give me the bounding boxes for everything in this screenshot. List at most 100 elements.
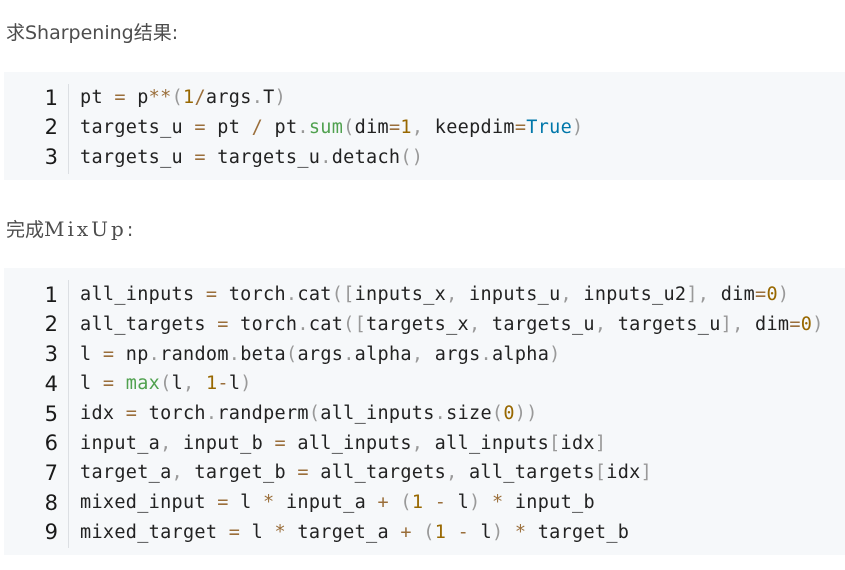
code-token: True — [526, 116, 573, 138]
code-token: size — [446, 403, 492, 425]
code-token: inputs_u — [457, 284, 561, 306]
code-line: 5 idx = torch.randperm(all_inputs.size(0)… — [4, 399, 845, 429]
code-line: 3 targets_u = targets_u.detach() — [4, 142, 845, 172]
code-token: = — [114, 87, 126, 109]
code-token: ( — [308, 403, 321, 425]
code-token: args — [297, 343, 344, 365]
code-token: target_b — [182, 462, 298, 484]
code-token: = — [274, 432, 286, 454]
code-line: 7 target_a, target_b = all_targets, all_t… — [4, 458, 845, 488]
code-token: inputs_x — [354, 284, 447, 306]
code-token: = — [125, 403, 138, 425]
code-text: target_a, target_b = all_targets, all_ta… — [68, 462, 652, 483]
code-text: targets_u = pt / pt.sum(dim=1, keepdim=T… — [68, 117, 584, 138]
code-token: all_targets — [457, 462, 595, 484]
code-token: idx — [606, 462, 641, 484]
code-token: ] — [640, 462, 653, 484]
line-number: 6 — [44, 431, 58, 456]
line-number: 5 — [44, 401, 58, 426]
code-token: sum — [308, 116, 344, 138]
line-number: 2 — [44, 115, 58, 140]
heading-mixup-math: MixUp — [44, 217, 127, 241]
code-token: 1 — [183, 87, 195, 109]
code-token: targets_u — [606, 313, 721, 335]
code-token: all_inputs — [285, 432, 412, 454]
code-token: , — [411, 116, 424, 138]
code-token: = — [789, 313, 801, 335]
code-token: , — [446, 284, 458, 306]
code-token: pt — [205, 116, 252, 138]
code-text: mixed_input = l * input_a + (1 - l) * in… — [68, 492, 595, 513]
code-token: pt — [80, 87, 115, 109]
code-token: targets_u — [480, 313, 595, 335]
code-token: ) — [572, 116, 584, 138]
code-token: ( — [491, 403, 504, 425]
line-number: 3 — [44, 342, 58, 367]
code-token: / — [194, 87, 206, 109]
code-token: torch — [228, 313, 298, 335]
code-token: [ — [594, 462, 607, 484]
code-token: , — [594, 313, 607, 335]
code-token: . — [480, 343, 492, 365]
code-token: ) — [777, 284, 790, 306]
line-number: 4 — [44, 371, 58, 396]
code-token: . — [251, 87, 264, 109]
code-token: . — [205, 403, 218, 425]
code-token: idx — [80, 403, 126, 425]
code-token: = — [217, 313, 229, 335]
code-token: [ — [549, 432, 561, 454]
code-text: pt = p**(1/args.T) — [68, 87, 286, 108]
code-token: ** — [148, 87, 172, 109]
line-number: 2 — [44, 312, 58, 337]
code-token: p — [125, 87, 149, 109]
code-token: target_b — [526, 521, 630, 543]
code-token: alpha — [491, 343, 550, 365]
code-line: 2 all_targets = torch.cat([targets_x, tar… — [4, 310, 845, 340]
code-token: + — [400, 521, 412, 543]
code-token: = — [514, 116, 527, 138]
code-token: cat — [308, 313, 344, 335]
code-token: target_a — [80, 462, 172, 484]
code-token: . — [320, 146, 332, 168]
code-token: 1 — [411, 492, 424, 514]
code-token: = — [217, 492, 229, 514]
code-token: * — [263, 492, 275, 514]
code-token: torch — [217, 284, 286, 306]
code-token: targets_u — [80, 116, 195, 138]
code-token: detach — [331, 146, 401, 168]
line-number: 3 — [44, 145, 58, 170]
code-token: = — [194, 116, 206, 138]
line-number: 8 — [44, 490, 58, 515]
code-token: all_targets — [308, 462, 447, 484]
code-token: * — [491, 492, 504, 514]
code-token: all_inputs — [320, 403, 435, 425]
code-token: args — [423, 343, 481, 365]
code-token: = — [102, 373, 115, 395]
code-token: np — [114, 343, 149, 365]
code-line: 1 all_inputs = torch.cat([inputs_x, input… — [4, 280, 845, 310]
code-token: mixed_input — [80, 492, 218, 514]
code-token: dim — [354, 116, 389, 138]
code-text: l = max(l, 1-l) — [68, 373, 252, 394]
code-token: inputs_u2 — [571, 284, 687, 306]
code-token: * — [514, 521, 527, 543]
code-token: all_inputs — [423, 432, 550, 454]
code-token: , — [160, 432, 172, 454]
code-text: all_inputs = torch.cat([inputs_x, inputs… — [68, 284, 789, 305]
line-number: 9 — [44, 520, 58, 545]
line-number: 7 — [44, 460, 58, 485]
code-token: ] — [594, 432, 607, 454]
code-token: = — [194, 146, 206, 168]
code-token: = — [388, 116, 401, 138]
code-token: randperm — [217, 403, 309, 425]
code-token: . — [343, 343, 355, 365]
code-token: torch — [137, 403, 206, 425]
code-token: ( — [285, 343, 298, 365]
code-token: cat — [297, 284, 332, 306]
code-token: )) — [514, 403, 538, 425]
